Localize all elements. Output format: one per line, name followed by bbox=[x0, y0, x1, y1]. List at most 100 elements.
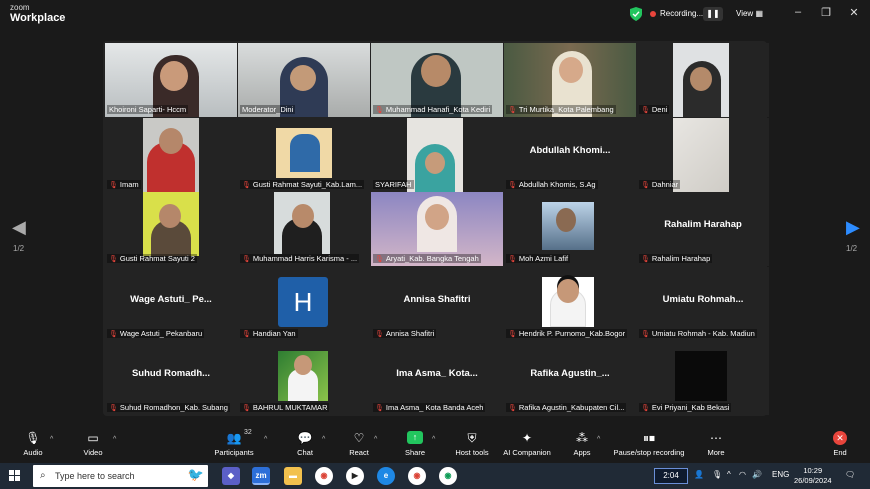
participant-tile[interactable]: Wage Astuti_ Pe... 🎙 Wage Astuti_ Pekanba… bbox=[105, 267, 237, 341]
participants-options-caret-icon[interactable]: ^ bbox=[264, 436, 267, 443]
participant-tile-active-speaker[interactable]: Moderator_Dini bbox=[238, 43, 370, 117]
minimize-icon[interactable]: – bbox=[790, 6, 806, 18]
participant-tile[interactable]: Khoironi Saparti- Hccm bbox=[105, 43, 237, 117]
participant-tile[interactable]: 🎙 Dahniar bbox=[637, 118, 769, 192]
chrome-profile-icon[interactable]: ◉ bbox=[408, 467, 426, 485]
view-button[interactable]: View ▦ bbox=[736, 9, 763, 18]
face bbox=[160, 61, 188, 91]
video-button[interactable]: ▭ Video bbox=[80, 431, 106, 457]
participant-name: 🎙 Gusti Rahmat Sayuti_Kab.Lam... bbox=[240, 180, 365, 189]
media-player-icon[interactable]: ▶ bbox=[346, 467, 364, 485]
participant-tile[interactable]: Umiatu Rohmah... 🎙 Umiatu Rohmah - Kab. M… bbox=[637, 267, 769, 341]
meeting-timer[interactable]: 2:04 bbox=[654, 468, 688, 484]
file-explorer-icon[interactable]: ▬ bbox=[284, 467, 302, 485]
recording-pause-button[interactable]: ❚❚ bbox=[703, 7, 723, 21]
participant-tile[interactable]: 🎙 Gusti Rahmat Sayuti_Kab.Lam... bbox=[238, 118, 370, 192]
prev-page-icon[interactable]: ◀ bbox=[12, 217, 26, 238]
windows-start-icon[interactable] bbox=[9, 470, 21, 482]
participant-tile[interactable]: Suhud Romadh... 🎙 Suhud Romadhon_Kab. Sub… bbox=[105, 341, 237, 415]
participant-tile[interactable]: 🎙 Muhammad Hanafi_Kota Kediri bbox=[371, 43, 503, 117]
participant-name: 🎙 Suhud Romadhon_Kab. Subang bbox=[107, 403, 230, 412]
chat-button[interactable]: 💬 Chat bbox=[294, 431, 316, 457]
language-indicator[interactable]: ENG bbox=[772, 470, 789, 479]
mic-muted-icon: 🎙 bbox=[109, 330, 118, 338]
apps-options-caret-icon[interactable]: ^ bbox=[597, 436, 600, 443]
chat-options-caret-icon[interactable]: ^ bbox=[322, 436, 325, 443]
clock-time: 10:29 bbox=[803, 466, 823, 475]
participant-name: 🎙 Rafika Agustin_Kabupaten Cil... bbox=[506, 403, 627, 412]
notifications-icon[interactable]: 🗨 bbox=[845, 470, 855, 479]
end-meeting-button[interactable]: ✕ End bbox=[830, 431, 850, 457]
participant-name: 🎙 BAHRUL MUKTAMAR bbox=[240, 403, 330, 412]
react-button[interactable]: ♡ React bbox=[346, 431, 372, 457]
participant-tile[interactable]: Rafika Agustin_... 🎙 Rafika Agustin_Kabup… bbox=[504, 341, 636, 415]
pause-stop-recording-button[interactable]: ⏸⏹ Pause/stop recording bbox=[612, 431, 686, 457]
audio-button[interactable]: 🎙 Audio bbox=[20, 431, 46, 457]
participant-name: 🎙 Evi Priyani_Kab Bekasi bbox=[639, 403, 732, 412]
tray-mic-icon[interactable]: 🎙 bbox=[712, 470, 722, 479]
show-hidden-icons-chevron-icon[interactable]: ^ bbox=[727, 470, 731, 479]
view-label: View bbox=[736, 9, 754, 18]
chrome-icon[interactable]: ◉ bbox=[315, 467, 333, 485]
close-icon[interactable]: ✕ bbox=[846, 6, 862, 19]
avatar: H bbox=[278, 277, 328, 327]
participant-display-name: Rafika Agustin_... bbox=[530, 368, 610, 379]
heart-icon: ♡ bbox=[353, 431, 365, 445]
participant-name: 🎙 Deni bbox=[639, 105, 670, 114]
participant-name: 🎙 Gusti Rahmat Sayuti 2 bbox=[107, 254, 197, 263]
participant-tile[interactable]: 🎙 BAHRUL MUKTAMAR bbox=[238, 341, 370, 415]
brand-small: zoom bbox=[10, 3, 30, 12]
participant-tile[interactable]: 🎙 Moh Azmi Lafif bbox=[504, 192, 636, 266]
participant-tile[interactable]: H 🎙 Handian Yan bbox=[238, 267, 370, 341]
chrome-alt-icon[interactable]: ◉ bbox=[439, 467, 457, 485]
mic-muted-icon: 🎙 bbox=[641, 404, 650, 412]
search-placeholder: Type here to search bbox=[55, 471, 135, 481]
participant-tile[interactable]: 🎙 Muhammad Harris Karisma - ... bbox=[238, 192, 370, 266]
copilot-icon[interactable]: ◆ bbox=[222, 467, 240, 485]
audio-options-caret-icon[interactable]: ^ bbox=[50, 436, 53, 443]
participant-tile[interactable]: 🎙 Evi Priyani_Kab Bekasi bbox=[637, 341, 769, 415]
more-button[interactable]: ⋯ More bbox=[705, 431, 727, 457]
participant-name: 🎙 Dahniar bbox=[639, 180, 681, 189]
share-screen-icon: ↑ bbox=[407, 431, 423, 444]
encryption-shield-icon[interactable] bbox=[630, 7, 642, 21]
share-button[interactable]: ↑ Share bbox=[403, 431, 427, 457]
taskbar-search-box[interactable]: ⌕ Type here to search 🐦 bbox=[33, 465, 208, 487]
person-silhouette bbox=[290, 134, 320, 172]
next-page-icon[interactable]: ▶ bbox=[846, 217, 860, 238]
edge-icon[interactable]: e bbox=[377, 467, 395, 485]
mic-muted-icon: 🎙 bbox=[508, 255, 517, 263]
participant-tile[interactable]: Annisa Shafitri 🎙 Annisa Shafitri bbox=[371, 267, 503, 341]
volume-icon[interactable]: 🔊 bbox=[752, 470, 762, 479]
mic-muted-icon: 🎙 bbox=[375, 255, 384, 263]
user-icon[interactable]: 👤 bbox=[694, 470, 704, 479]
participant-display-name: Wage Astuti_ Pe... bbox=[130, 294, 212, 305]
brand-big: Workplace bbox=[10, 12, 66, 24]
maximize-icon[interactable]: ❐ bbox=[818, 6, 834, 19]
participant-tile[interactable]: 🎙 Aryati_Kab. Bangka Tengah bbox=[371, 192, 503, 266]
zoom-taskbar-icon[interactable]: zm bbox=[252, 467, 270, 485]
video-options-caret-icon[interactable]: ^ bbox=[113, 436, 116, 443]
face bbox=[557, 279, 579, 303]
face bbox=[425, 204, 449, 230]
ai-companion-button[interactable]: ✦ AI Companion bbox=[502, 431, 552, 457]
apps-button[interactable]: ⁂ Apps bbox=[572, 431, 592, 457]
page-indicator-left: 1/2 bbox=[13, 244, 25, 253]
participant-tile[interactable]: Abdullah Khomi... 🎙 Abdullah Khomis, S.Ag bbox=[504, 118, 636, 192]
participant-tile[interactable]: 🎙 Gusti Rahmat Sayuti 2 bbox=[105, 192, 237, 266]
face bbox=[290, 65, 316, 91]
participant-tile[interactable]: Rahalim Harahap 🎙 Rahalim Harahap bbox=[637, 192, 769, 266]
participant-name: 🎙 Annisa Shafitri bbox=[373, 329, 437, 338]
wifi-icon[interactable]: ◠ bbox=[739, 470, 746, 479]
participant-tile[interactable]: SYARIFAH bbox=[371, 118, 503, 192]
participant-tile[interactable]: 🎙 Deni bbox=[637, 43, 769, 117]
share-options-caret-icon[interactable]: ^ bbox=[432, 436, 435, 443]
react-options-caret-icon[interactable]: ^ bbox=[374, 436, 377, 443]
participant-tile[interactable]: 🎙 Hendrik P. Purnomo_Kab.Bogor bbox=[504, 267, 636, 341]
taskbar-clock[interactable]: 10:29 26/09/2024 bbox=[794, 466, 832, 486]
mic-muted-icon: 🎙 bbox=[242, 404, 251, 412]
host-tools-button[interactable]: ⛨ Host tools bbox=[454, 431, 490, 457]
participant-tile[interactable]: 🎙 Tri Murtika_Kota Palembang bbox=[504, 43, 636, 117]
participant-tile[interactable]: Ima Asma_ Kota... 🎙 Ima Asma_ Kota Banda … bbox=[371, 341, 503, 415]
participant-tile[interactable]: 🎙 Imam bbox=[105, 118, 237, 192]
